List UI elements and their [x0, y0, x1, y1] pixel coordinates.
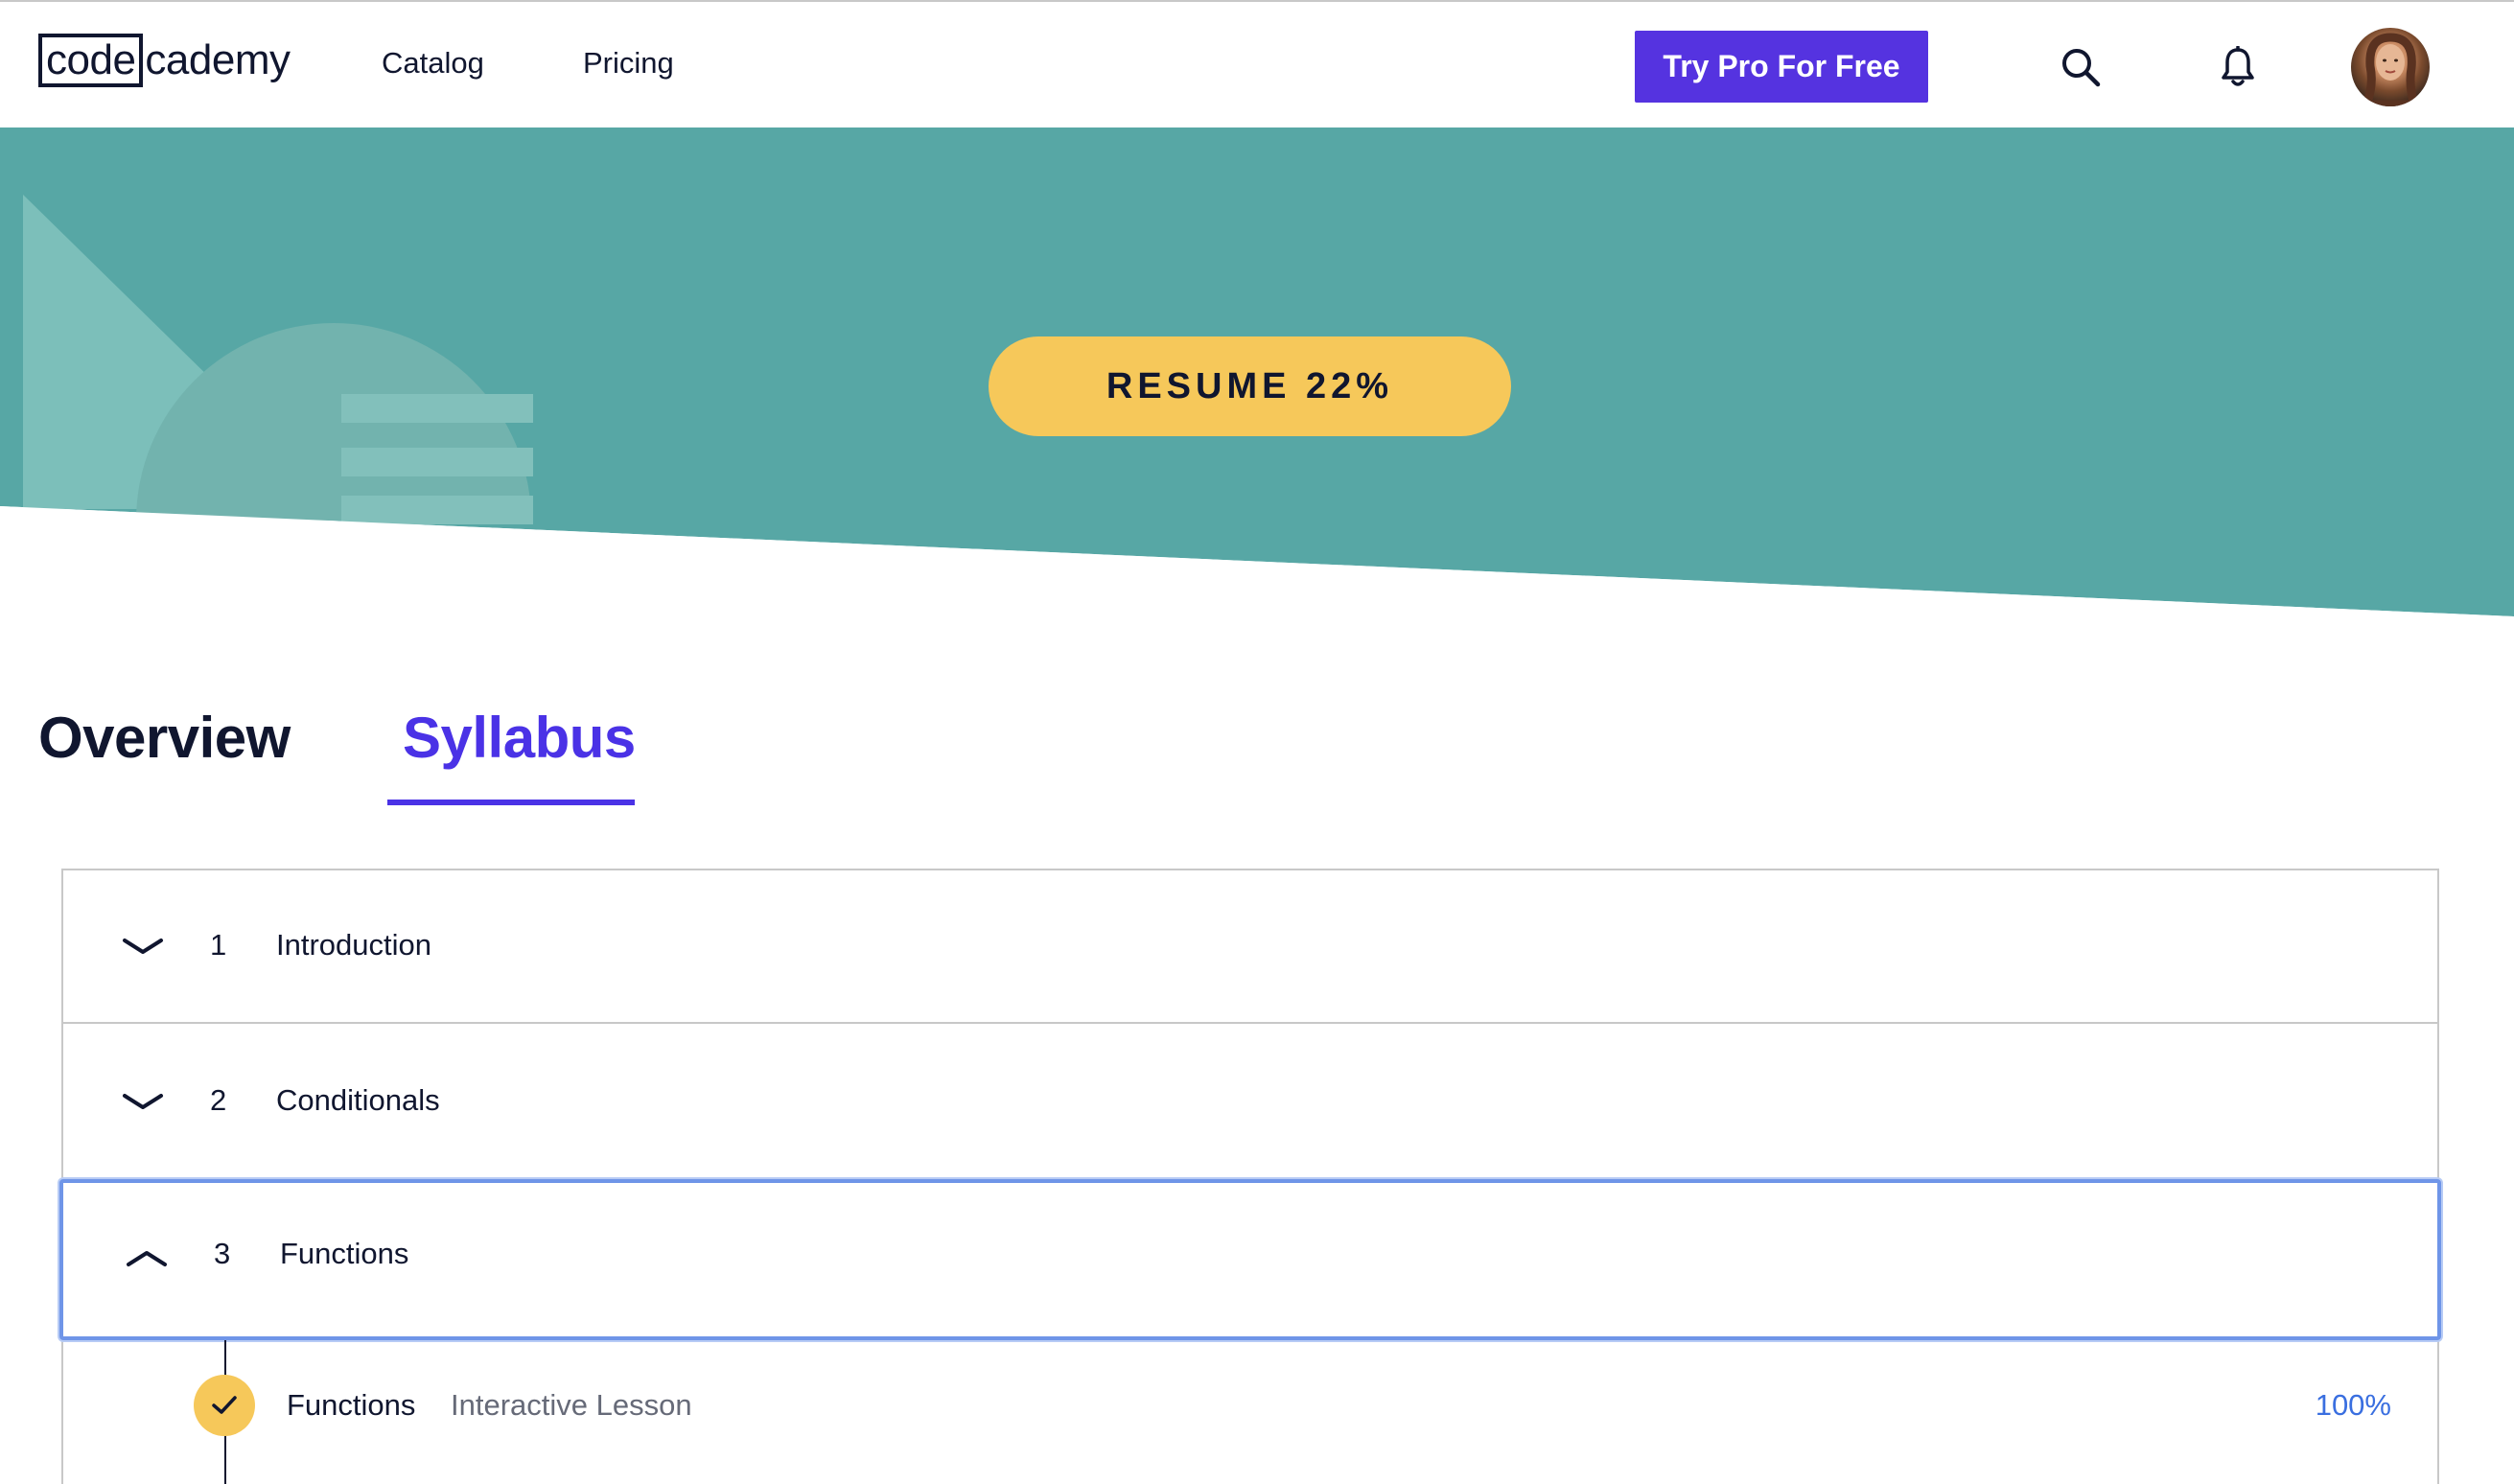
chevron-down-icon — [123, 939, 163, 954]
module-header-conditionals[interactable]: 2 Conditionals — [63, 1026, 2437, 1179]
lesson-progress: 100% — [2315, 1388, 2391, 1422]
syllabus-accordion: 1 Introduction 2 Conditionals 3 Function… — [59, 869, 2441, 1484]
codecademy-logo[interactable]: code cademy — [38, 33, 291, 88]
top-navigation: code cademy Catalog Pricing Try Pro For … — [0, 0, 2514, 128]
lesson-complete-badge — [194, 1375, 255, 1436]
checkmark-icon — [212, 1396, 237, 1414]
nav-pricing-link[interactable]: Pricing — [583, 46, 674, 81]
try-pro-button[interactable]: Try Pro For Free — [1635, 31, 1928, 103]
resume-button[interactable]: RESUME 22% — [989, 336, 1511, 436]
course-page: code cademy Catalog Pricing Try Pro For … — [0, 0, 2514, 1484]
module-number: 2 — [210, 1083, 227, 1117]
lesson-type-label: Interactive Lesson — [451, 1388, 692, 1422]
module-number: 3 — [214, 1237, 231, 1270]
chevron-down-icon — [123, 1094, 163, 1109]
module-header-introduction[interactable]: 1 Introduction — [63, 870, 2437, 1024]
logo-boxed-text: code — [38, 34, 144, 87]
module-title: Functions — [280, 1237, 409, 1270]
active-tab-indicator — [387, 800, 635, 805]
module-title: Conditionals — [276, 1083, 440, 1117]
nav-catalog-link[interactable]: Catalog — [382, 46, 484, 81]
logo-text: cademy — [145, 36, 291, 83]
module-header-functions[interactable]: 3 Functions — [59, 1179, 2441, 1340]
lesson-link-functions[interactable]: Functions — [287, 1388, 415, 1423]
user-avatar[interactable] — [2351, 28, 2430, 106]
chevron-up-icon — [127, 1251, 167, 1266]
tab-syllabus[interactable]: Syllabus — [403, 705, 636, 771]
module-number: 1 — [210, 928, 227, 962]
avatar-image — [2361, 33, 2420, 106]
search-icon — [2062, 49, 2101, 87]
tab-overview[interactable]: Overview — [38, 705, 291, 771]
bell-icon — [2222, 46, 2254, 86]
module-title: Introduction — [276, 928, 431, 962]
hero-banner: RESUME 22% — [0, 128, 2514, 626]
notifications-button[interactable] — [2209, 38, 2267, 96]
search-button[interactable] — [2052, 38, 2109, 96]
